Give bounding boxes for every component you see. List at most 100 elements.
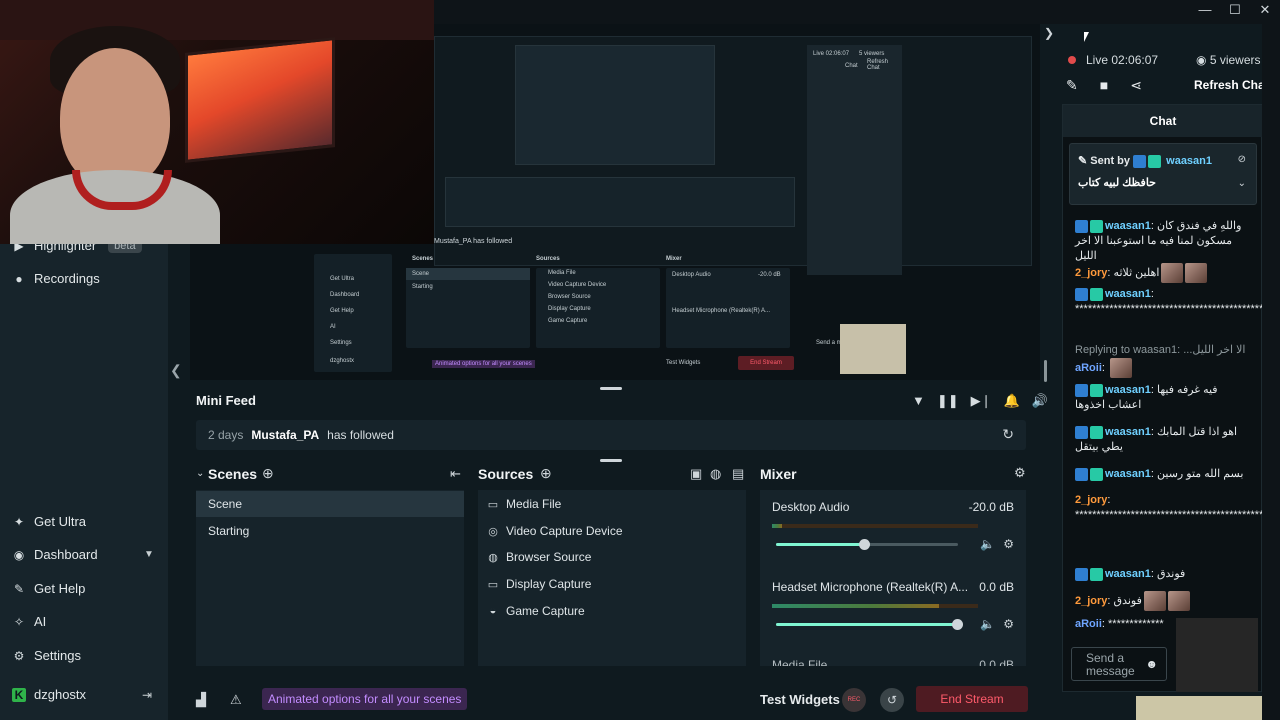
unpin-icon[interactable]: ⊘ xyxy=(1238,154,1246,165)
chat-username[interactable]: waasan1 xyxy=(1105,468,1151,480)
chevron-right-icon[interactable]: ❯ xyxy=(1044,26,1054,40)
chevron-down-icon[interactable]: ▼ xyxy=(144,549,154,560)
volume-slider[interactable] xyxy=(776,619,963,630)
source-item[interactable]: ◎ Video Capture Device xyxy=(486,524,623,538)
sidebar-item-label: Recordings xyxy=(34,271,100,286)
nested-live: Live 02:06:07 xyxy=(813,51,850,57)
overlay-corner-image xyxy=(1136,696,1280,720)
end-stream-button[interactable]: End Stream xyxy=(916,686,1028,712)
chat-username[interactable]: waasan1 xyxy=(1105,220,1151,232)
resize-handle[interactable] xyxy=(600,387,622,390)
close-button[interactable]: ✕ xyxy=(1258,2,1272,18)
sidebar-item-get-help[interactable]: ✎ Get Help xyxy=(12,581,85,596)
speaker-icon[interactable]: 🔈 xyxy=(980,537,995,551)
refresh-chat-button[interactable]: Refresh Chat xyxy=(1194,78,1269,92)
nested-end-stream: End Stream xyxy=(738,356,794,370)
kick-logo-icon: K xyxy=(12,687,26,702)
source-item[interactable]: ◍ Browser Source xyxy=(486,550,591,564)
chat-username[interactable]: 2_jory xyxy=(1075,267,1107,279)
sidebar-item-dashboard[interactable]: ◉ Dashboard ▼ xyxy=(12,547,168,562)
scene-item[interactable]: Starting xyxy=(196,518,464,544)
pinned-message[interactable]: ✎ Sent by waasan1 حافظك لبيه كتاب ⊘ ⌄ xyxy=(1069,143,1257,205)
webcam-ceiling xyxy=(0,0,434,40)
chat-message: waasan1: واللهِ في فندق كان مسكون لمنا ف… xyxy=(1075,219,1242,262)
camera-icon[interactable]: ■ xyxy=(1100,77,1108,94)
mixer-track-db: 0.0 dB xyxy=(979,658,1014,666)
nested-scenes-title: Scenes xyxy=(412,256,434,262)
source-item[interactable]: ◒ Game Capture xyxy=(486,604,585,618)
chat-username[interactable]: aRoii xyxy=(1075,362,1102,374)
chat-username[interactable]: 2_jory xyxy=(1075,595,1107,607)
chat-username[interactable]: 2_jory xyxy=(1075,494,1107,506)
preview-nested-screen: Chat Live 02:06:07 5 viewers Refresh Cha… xyxy=(434,36,1032,275)
replay-buffer-icon[interactable]: ↺ xyxy=(880,688,904,712)
gear-icon[interactable]: ⚙ xyxy=(1014,465,1026,481)
add-scene-icon[interactable]: ⊕ xyxy=(262,465,274,482)
logout-icon[interactable]: ⇥ xyxy=(142,688,152,702)
add-source-icon[interactable]: ⊕ xyxy=(540,465,552,482)
bell-icon[interactable]: 🔔 xyxy=(1004,393,1020,409)
gear-icon[interactable]: ⚙ xyxy=(1003,617,1014,631)
scenes-title: Scenes xyxy=(208,466,258,482)
chat-username[interactable]: waasan1 xyxy=(1105,288,1151,300)
chat-text: فوندق xyxy=(1113,594,1142,607)
chevron-down-icon[interactable]: ⌄ xyxy=(196,468,204,479)
audio-icon[interactable]: ◍ xyxy=(710,466,721,482)
collapse-sidebar-icon[interactable]: ❮ xyxy=(170,362,182,379)
maximize-button[interactable]: ☐ xyxy=(1228,2,1242,18)
speaker-icon[interactable]: 🔈 xyxy=(980,617,995,631)
chat-username[interactable]: aRoii xyxy=(1075,618,1102,630)
sidebar-item-recordings[interactable]: ● Recordings xyxy=(12,271,100,286)
chat-message: waasan1: اهو اذا قتل المابك يطي بيتقل xyxy=(1075,425,1238,453)
source-item[interactable]: ▭ Media File xyxy=(486,497,562,511)
sidebar-item-ai[interactable]: ✧ AI xyxy=(12,614,46,629)
filter-icon[interactable]: ▼ xyxy=(912,393,925,409)
test-widgets-button[interactable]: Test Widgets xyxy=(760,692,840,707)
record-button[interactable]: REC xyxy=(842,688,866,712)
chat-message: waasan1: فيه غرفه فيها اعشاب اخذوها xyxy=(1075,383,1218,411)
chat-username[interactable]: waasan1 xyxy=(1105,384,1151,396)
chevron-down-icon[interactable]: ⌄ xyxy=(1238,178,1246,189)
nested-nav-item: Get Ultra xyxy=(330,276,355,282)
folder-icon[interactable]: ▤ xyxy=(732,466,744,482)
sidebar-item-settings[interactable]: ⚙ Settings xyxy=(12,648,81,663)
preview-scroll-handle[interactable] xyxy=(1044,360,1047,382)
volume-knob[interactable] xyxy=(859,539,871,550)
send-message-input[interactable]: Send a message ☻ xyxy=(1071,647,1167,681)
stats-icon[interactable]: ▟ xyxy=(196,692,206,708)
minimize-button[interactable]: — xyxy=(1198,2,1212,18)
share-icon[interactable]: ⋖ xyxy=(1130,77,1142,94)
sidebar-user[interactable]: K dzghostx ⇥ xyxy=(12,687,168,702)
source-copy-icon[interactable]: ▣ xyxy=(690,466,702,482)
emoji-icon[interactable]: ☻ xyxy=(1145,658,1158,671)
gear-icon[interactable]: ⚙ xyxy=(1003,537,1014,551)
resize-handle[interactable] xyxy=(600,459,622,462)
emote-image xyxy=(1185,263,1208,283)
alert-icon[interactable]: ⚠ xyxy=(230,692,242,708)
volume-slider[interactable] xyxy=(776,539,958,550)
feed-user[interactable]: Mustafa_PA xyxy=(251,428,319,442)
source-label: Video Capture Device xyxy=(506,524,623,538)
chat-username[interactable]: waasan1 xyxy=(1105,426,1151,438)
pencil-icon[interactable]: ✎ xyxy=(1066,77,1078,94)
scene-item[interactable]: Scene xyxy=(196,491,464,517)
badge-icon xyxy=(1075,567,1088,581)
nested-scenes: Scene Starting xyxy=(406,268,530,348)
chat-text: ****************************************… xyxy=(1075,303,1280,315)
volume-knob[interactable] xyxy=(952,619,963,630)
replay-icon[interactable]: ↻ xyxy=(1002,426,1014,443)
mixer-track-controls: 🔈 ⚙ xyxy=(980,537,1014,551)
animated-options-link[interactable]: Animated options for all your scenes xyxy=(262,688,468,710)
volume-icon[interactable]: 🔊 xyxy=(1032,393,1048,409)
sidebar-item-get-ultra[interactable]: ✦ Get Ultra xyxy=(12,514,86,529)
chat-username[interactable]: waasan1 xyxy=(1105,568,1151,580)
transition-icon[interactable]: ⇤ xyxy=(450,466,461,482)
source-label: Browser Source xyxy=(506,550,592,564)
pause-icon[interactable]: ❚❚ xyxy=(937,393,959,409)
skip-icon[interactable]: ▶❘ xyxy=(971,393,992,409)
chat-title: Chat xyxy=(1063,105,1263,137)
viewer-count: ◉ 5 viewers xyxy=(1196,53,1261,67)
source-item[interactable]: ▭ Display Capture xyxy=(486,577,592,591)
badge-icon xyxy=(1075,467,1088,481)
feed-event-row: 2 days Mustafa_PA has followed ↻ xyxy=(196,420,1026,450)
